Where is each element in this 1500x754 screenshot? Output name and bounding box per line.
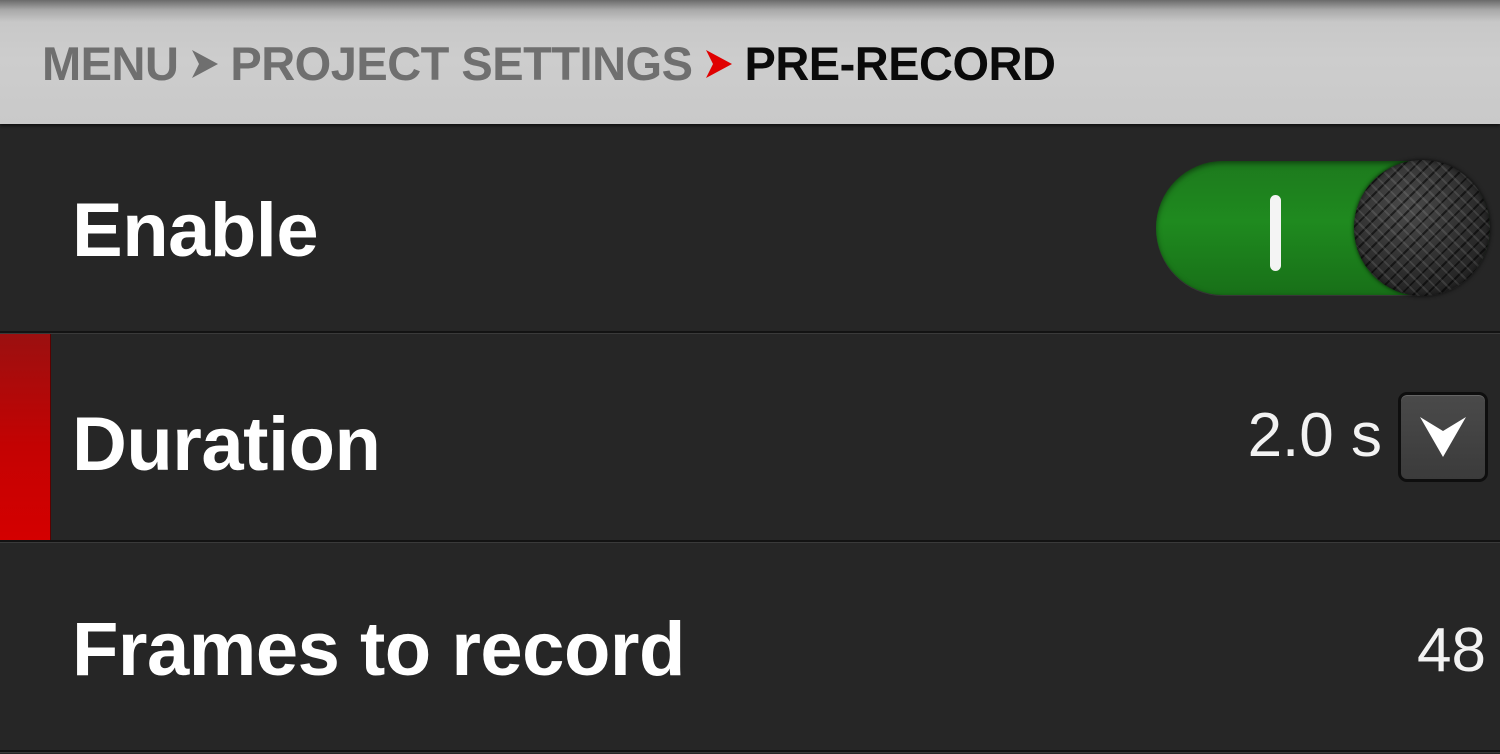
- selected-row-indicator: [0, 334, 51, 540]
- setting-row-duration[interactable]: Duration 2.0 s: [0, 334, 1500, 540]
- setting-row-enable[interactable]: Enable: [0, 124, 1500, 332]
- duration-value[interactable]: 2.0 s: [1248, 396, 1382, 476]
- setting-label-duration: Duration: [72, 402, 381, 487]
- chevron-right-icon: [188, 34, 222, 94]
- chevron-down-icon: [1420, 417, 1466, 457]
- enable-toggle[interactable]: [1156, 160, 1490, 296]
- frames-to-record-value: 48: [1417, 616, 1486, 685]
- breadcrumb-menu[interactable]: MENU: [42, 34, 179, 94]
- setting-label-frames-to-record: Frames to record: [72, 607, 685, 692]
- duration-dropdown-button[interactable]: [1398, 392, 1488, 482]
- breadcrumb-project-settings[interactable]: PROJECT SETTINGS: [230, 34, 693, 94]
- breadcrumb: MENU PROJECT SETTINGS PRE-RECORD: [42, 34, 1056, 94]
- setting-row-frames-to-record: Frames to record 48: [0, 543, 1500, 750]
- header-bar: MENU PROJECT SETTINGS PRE-RECORD: [0, 0, 1500, 124]
- breadcrumb-current: PRE-RECORD: [744, 37, 1056, 90]
- toggle-on-indicator-icon: [1270, 195, 1281, 271]
- chevron-right-icon: [702, 34, 736, 94]
- toggle-knob[interactable]: [1354, 160, 1490, 296]
- setting-label-enable: Enable: [72, 188, 319, 273]
- row-divider: [0, 750, 1500, 753]
- pre-record-settings-screen: MENU PROJECT SETTINGS PRE-RECORD Enable: [0, 0, 1500, 754]
